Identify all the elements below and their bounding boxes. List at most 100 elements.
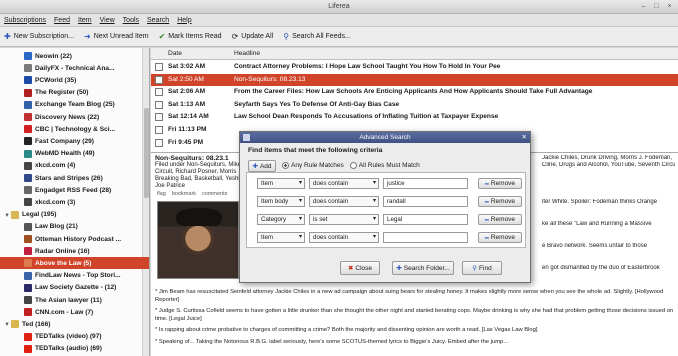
sidebar-feed-item[interactable]: Fast Company (29) — [0, 135, 149, 147]
close-label: Close — [355, 264, 373, 272]
sidebar-feed-item[interactable]: DailyFX - Technical Ana... — [0, 62, 149, 74]
sidebar-feed-item[interactable]: Stars and Stripes (26) — [0, 172, 149, 184]
field-select[interactable]: Item — [257, 178, 305, 189]
mark-read-label: Mark Items Read — [168, 33, 222, 40]
folder-icon — [11, 320, 19, 329]
menu-feed[interactable]: Feed — [54, 17, 70, 24]
menu-item[interactable]: Item — [78, 17, 92, 24]
operator-select[interactable]: does contain — [309, 232, 379, 243]
search-folder-label: Search Folder... — [403, 264, 450, 272]
operator-select[interactable]: does contain — [309, 196, 379, 207]
update-all-button[interactable]: ⟳ Update All — [232, 32, 274, 41]
column-date[interactable]: Date — [168, 50, 182, 57]
sidebar-feed-label: The Register (50) — [35, 89, 89, 97]
sidebar-feed-label: Radar Online (16) — [35, 247, 90, 255]
article-headline: Contract Attorney Problems: I Hope Law S… — [234, 63, 501, 70]
search-all-button[interactable]: ⚲ Search All Feeds... — [283, 32, 351, 41]
sidebar-feed-item[interactable]: Law Blog (21) — [0, 221, 149, 233]
close-button[interactable]: ✖ Close — [340, 261, 380, 275]
article-icon — [155, 75, 163, 84]
match-options: ✚ Add Any Rule Matches All Rules Must Ma… — [248, 160, 420, 172]
preview-tags: flag bookmark comments — [157, 191, 227, 197]
menu-tools[interactable]: Tools — [123, 17, 139, 24]
sidebar-feed-label: CBC | Technology & Sci... — [35, 125, 116, 133]
expander-icon[interactable]: ▾ — [3, 320, 11, 328]
sidebar-feed-item[interactable]: ▾ Ted (166) — [0, 318, 149, 330]
dialog-close-icon[interactable]: ✕ — [522, 132, 527, 143]
column-headline[interactable]: Headline — [234, 50, 260, 57]
sidebar-feed-item[interactable]: CBC | Technology & Sci... — [0, 123, 149, 135]
value-input[interactable]: Legal — [383, 214, 468, 225]
any-rule-radio[interactable]: Any Rule Matches — [282, 162, 344, 170]
sidebar-feed-item[interactable]: Otteman History Podcast ... — [0, 233, 149, 245]
sidebar-feed-item[interactable]: Law Society Gazette - (12) — [0, 282, 149, 294]
close-icon: ✖ — [347, 265, 354, 272]
field-select[interactable]: Category — [257, 214, 305, 225]
sidebar-feed-label: CNN.com - Law (7) — [35, 308, 94, 316]
remove-rule-button[interactable]: ━ Remove — [478, 214, 522, 225]
remove-label: Remove — [490, 234, 516, 241]
radio-unchecked-icon — [349, 162, 357, 170]
sidebar-feed-item[interactable]: xkcd.com (3) — [0, 196, 149, 208]
new-subscription-button[interactable]: ✚ New Subscription... — [4, 32, 74, 41]
feed-icon — [24, 259, 32, 268]
sidebar-feed-item[interactable]: Engadget RSS Feed (28) — [0, 184, 149, 196]
dialog-title-bar: Advanced Search ✕ — [240, 132, 530, 143]
article-row[interactable]: Sat 2:06 AM From the Career Files: How La… — [151, 86, 678, 99]
minimize-button[interactable]: – — [639, 2, 648, 11]
close-window-button[interactable]: × — [665, 2, 674, 11]
criteria-label: Find items that meet the following crite… — [248, 147, 383, 154]
sidebar-feed-item[interactable]: Radar Online (16) — [0, 245, 149, 257]
menu-search[interactable]: Search — [147, 17, 169, 24]
sidebar-feed-item[interactable]: The Asian lawyer (11) — [0, 294, 149, 306]
sidebar-feed-item[interactable]: TEDTalks (video) (97) — [0, 331, 149, 343]
menu-help[interactable]: Help — [177, 17, 191, 24]
sidebar-feed-item[interactable]: Discovery News (22) — [0, 111, 149, 123]
remove-rule-button[interactable]: ━ Remove — [478, 232, 522, 243]
value-input[interactable]: randall — [383, 196, 468, 207]
remove-rule-button[interactable]: ━ Remove — [478, 178, 522, 189]
sidebar-feed-item[interactable]: xkcd.com (4) — [0, 160, 149, 172]
sidebar-feed-item[interactable]: Exchange Team Blog (25) — [0, 99, 149, 111]
field-select[interactable]: Item body — [257, 196, 305, 207]
feed-icon — [24, 64, 32, 73]
next-unread-button[interactable]: ➜ Next Unread Item — [84, 32, 149, 41]
sidebar-feed-item[interactable]: Neowin (22) — [0, 50, 149, 62]
remove-label: Remove — [490, 216, 516, 223]
sidebar-feed-item[interactable]: TEDTalks (audio) (69) — [0, 343, 149, 355]
feed-icon — [24, 125, 32, 134]
menu-bar: Subscriptions Feed Item View Tools Searc… — [0, 14, 678, 27]
all-rules-radio[interactable]: All Rules Must Match — [349, 162, 420, 170]
sidebar-feed-item[interactable]: CNN.com - Law (7) — [0, 306, 149, 318]
find-button[interactable]: ⚲ Find — [462, 261, 502, 275]
maximize-button[interactable]: □ — [652, 2, 661, 11]
expander-icon[interactable]: ▾ — [3, 211, 11, 219]
operator-select[interactable]: is set — [309, 214, 379, 225]
sidebar-feed-item[interactable]: PCWorld (35) — [0, 74, 149, 86]
article-row[interactable]: Sat 2:50 AM Non-Sequiturs: 08.23.13 — [151, 73, 678, 87]
dialog-title: Advanced Search — [359, 134, 411, 141]
bookmark-link[interactable]: bookmark — [172, 191, 196, 197]
sidebar-feed-item[interactable]: WebMD Health (49) — [0, 148, 149, 160]
flag-link[interactable]: flag — [157, 191, 166, 197]
menu-view[interactable]: View — [100, 17, 115, 24]
sidebar-feed-item[interactable]: The Register (50) — [0, 87, 149, 99]
value-input[interactable]: justice — [383, 178, 468, 189]
menu-subscriptions[interactable]: Subscriptions — [4, 17, 46, 24]
sidebar-feed-item[interactable]: Above the Law (5) — [0, 257, 149, 270]
comments-link[interactable]: comments — [202, 191, 227, 197]
field-select[interactable]: Item — [257, 232, 305, 243]
sidebar-feed-item[interactable]: ▾ Legal (195) — [0, 209, 149, 221]
sidebar-feed-label: Neowin (22) — [35, 52, 73, 60]
operator-select[interactable]: does contain — [309, 178, 379, 189]
value-input[interactable] — [383, 232, 468, 243]
sidebar-feed-item[interactable]: FindLaw News - Top Stori... — [0, 270, 149, 282]
remove-rule-button[interactable]: ━ Remove — [478, 196, 522, 207]
article-row[interactable]: Sat 1:13 AM Seyfarth Says Yes To Defense … — [151, 99, 678, 112]
article-row[interactable]: Sat 12:14 AM Law School Dean Responds To … — [151, 111, 678, 124]
mark-read-button[interactable]: ✔ Mark Items Read — [159, 32, 222, 41]
add-rule-button[interactable]: ✚ Add — [248, 160, 276, 172]
article-row[interactable]: Sat 3:02 AM Contract Attorney Problems: I… — [151, 61, 678, 74]
search-folder-button[interactable]: ✚ Search Folder... — [392, 261, 454, 275]
any-rule-label: Any Rule Matches — [291, 162, 344, 170]
